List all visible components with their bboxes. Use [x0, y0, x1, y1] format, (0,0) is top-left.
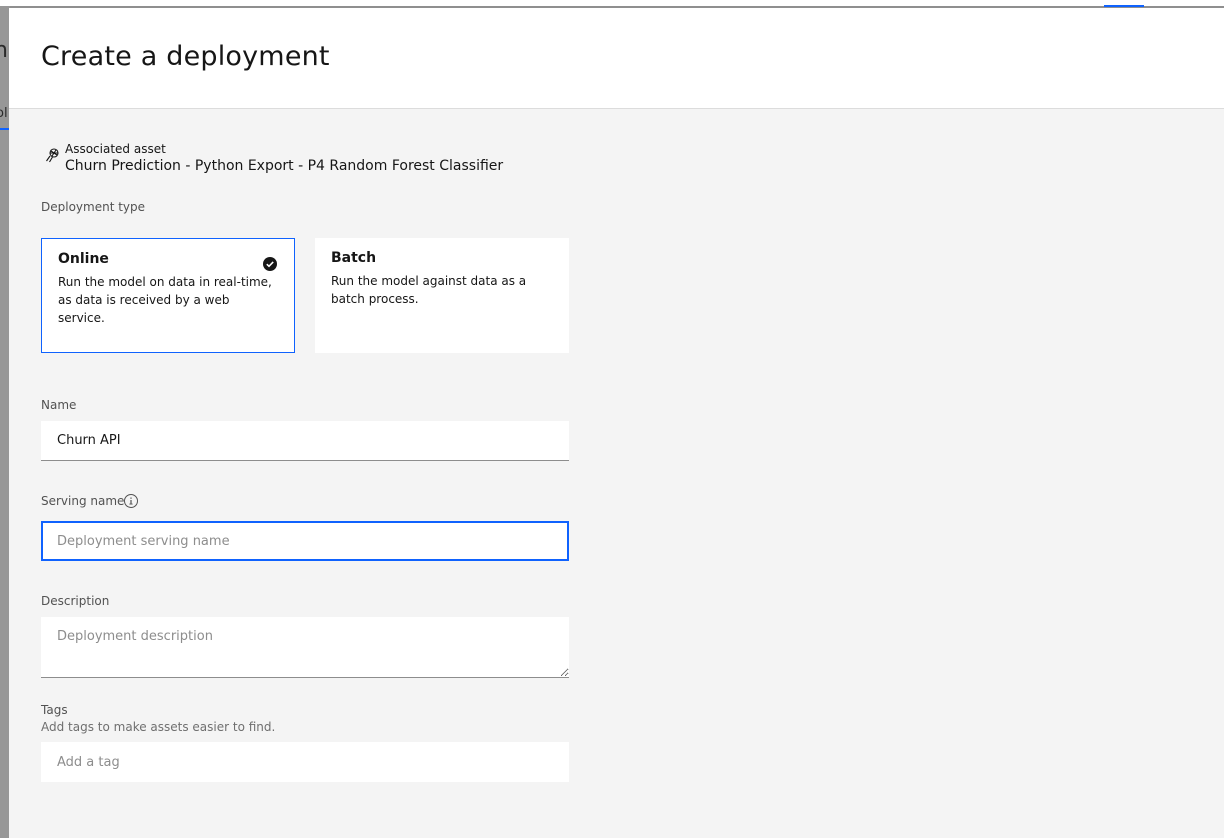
- information-icon[interactable]: [123, 493, 139, 509]
- modal-header: Create a deployment: [9, 8, 1224, 109]
- background-tab-fragment: ol: [0, 106, 8, 121]
- tags-label: Tags: [41, 703, 68, 717]
- name-label: Name: [41, 398, 77, 412]
- name-input[interactable]: [41, 421, 569, 461]
- background-active-tab-indicator: [1104, 5, 1144, 7]
- background-header: [0, 0, 1224, 6]
- tags-helper-text: Add tags to make assets easier to find.: [41, 720, 276, 734]
- tile-title: Online: [58, 251, 109, 267]
- tile-title: Batch: [331, 250, 377, 266]
- deployment-type-batch-tile[interactable]: Batch Run the model against data as a ba…: [315, 238, 569, 353]
- serving-name-label: Serving name: [41, 494, 125, 508]
- tile-description: Run the model against data as a batch pr…: [331, 274, 527, 306]
- serving-name-input[interactable]: [41, 521, 569, 561]
- description-textarea[interactable]: [41, 617, 569, 678]
- create-deployment-modal: Create a deployment Associated asset Chu…: [9, 8, 1224, 838]
- tag-input[interactable]: [41, 742, 569, 782]
- checkmark-filled-icon: [263, 257, 277, 271]
- description-label: Description: [41, 594, 110, 608]
- tile-description: Run the model on data in real-time, as d…: [58, 275, 272, 325]
- deployment-type-online-tile[interactable]: Online Run the model on data in real-tim…: [41, 238, 295, 353]
- associated-asset-label: Associated asset: [65, 142, 166, 156]
- deployment-type-label: Deployment type: [41, 200, 146, 214]
- background-title-fragment: n: [0, 38, 8, 63]
- associated-asset-name: Churn Prediction - Python Export - P4 Ra…: [65, 158, 504, 174]
- model-icon: [46, 148, 59, 163]
- modal-title: Create a deployment: [41, 41, 330, 72]
